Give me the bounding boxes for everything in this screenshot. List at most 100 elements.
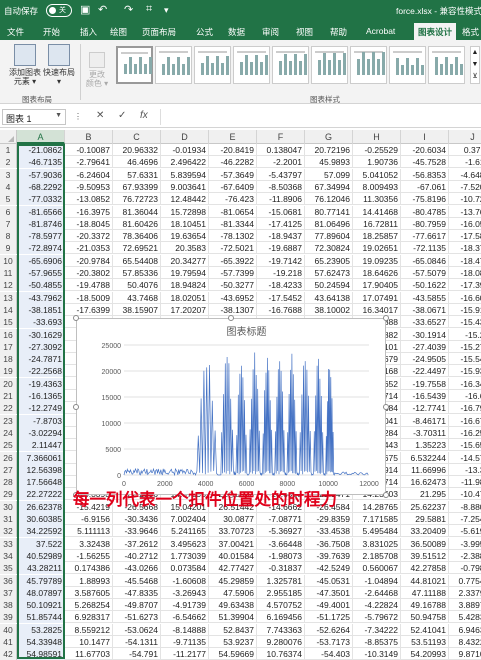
cell[interactable]: -30.1629 [17,328,65,341]
row-header[interactable]: 18 [0,353,17,366]
add-chart-element-button[interactable]: 添加图表 元素 ▾ [4,44,46,86]
cell[interactable]: -17.4125 [257,217,305,230]
row-header[interactable]: 16 [0,328,17,341]
tab-8[interactable]: 视图 [296,26,313,38]
cell[interactable]: -8.88055 [449,501,481,513]
cell[interactable]: -54.403 [305,648,353,660]
cell[interactable]: 9.871087 [449,648,481,660]
cell[interactable]: 50.10921 [17,599,65,612]
cell[interactable]: -0.25529 [353,144,401,156]
cell[interactable]: -38.1851 [17,303,65,316]
cell[interactable]: -10.4709 [449,488,481,500]
cell[interactable]: -15.9159 [449,304,481,316]
cell[interactable]: -0.01934 [161,144,209,156]
cell[interactable]: -5.36927 [257,525,305,538]
cell[interactable]: 8.009493 [353,180,401,193]
cell[interactable]: 1.90736 [353,156,401,169]
cell[interactable]: 20.34277 [161,254,209,267]
cell[interactable]: 5.428314 [449,611,481,623]
chart-style-option[interactable] [233,46,270,84]
row-header[interactable]: 20 [0,377,17,390]
cell[interactable]: 52.41041 [401,623,449,636]
cell[interactable]: -36.7508 [305,537,353,550]
tab-2[interactable]: 插入 [80,26,97,38]
cell[interactable]: 3.495623 [161,537,209,550]
row-header[interactable]: 31 [0,513,17,525]
tab-7[interactable]: 审阅 [262,26,279,38]
row-header[interactable]: 15 [0,316,17,329]
cell[interactable]: 16.62473 [401,476,449,489]
cell[interactable]: -18.4772 [449,255,481,267]
cell[interactable]: -72.1135 [401,242,449,255]
cell[interactable]: -4.64872 [449,169,481,181]
cell[interactable]: -45.5468 [113,574,161,587]
cell[interactable]: 45.9893 [305,156,353,169]
resize-handle[interactable] [228,315,234,321]
cell[interactable]: 44.81021 [401,574,449,587]
cell[interactable]: -18.0806 [449,267,481,279]
cell[interactable]: 8.432256 [449,636,481,648]
tab-1[interactable]: 开始 [43,26,60,38]
cell[interactable]: 12.48442 [161,193,209,206]
cell[interactable]: -2.38805 [449,550,481,562]
cell[interactable]: -16.5439 [401,390,449,402]
cell[interactable]: 11.67703 [65,648,113,660]
tab-3[interactable]: 绘图 [110,26,127,38]
cell[interactable]: 20.96332 [113,144,161,156]
cell[interactable]: -20.6034 [401,144,449,156]
cell[interactable]: 7.743363 [257,623,305,636]
cell[interactable]: 57.85336 [113,267,161,279]
cell[interactable]: 47.5906 [209,586,257,599]
resize-handle[interactable] [383,315,389,321]
cell[interactable]: -43.6952 [209,291,257,304]
cell[interactable]: 45.29859 [209,574,257,587]
cell[interactable]: -0.10087 [65,144,113,156]
cell[interactable]: -54.1311 [113,636,161,648]
cell[interactable]: -7.8703 [17,414,65,427]
cell[interactable]: -16.3439 [449,378,481,390]
cell[interactable]: -76.423 [209,193,257,206]
chart-style-option[interactable] [155,46,192,84]
cell[interactable]: -40.2712 [113,549,161,562]
cell[interactable]: 81.06496 [305,217,353,230]
cell[interactable]: 47.11188 [401,586,449,599]
cell[interactable]: 77.89604 [305,230,353,243]
row-header[interactable]: 41 [0,636,17,648]
cell[interactable]: -45.0531 [305,574,353,587]
cell[interactable]: 81.36044 [113,205,161,218]
row-header[interactable]: 5 [0,193,17,206]
cell[interactable]: 18.25857 [353,230,401,243]
cell[interactable]: 42.27858 [401,562,449,575]
cell[interactable]: -6.9156 [65,513,113,525]
cell[interactable]: -2.79641 [65,156,113,169]
cell[interactable]: -11.2177 [161,648,209,660]
cell[interactable]: 2.11447 [17,439,65,452]
cell[interactable]: -54.791 [113,648,161,660]
tab-4[interactable]: 页面布局 [142,26,176,38]
cell[interactable]: -0.79875 [449,562,481,574]
cell[interactable]: -38.1307 [209,303,257,316]
cell[interactable]: -14.5785 [449,452,481,464]
cell[interactable]: 18.10451 [161,217,209,230]
cell[interactable]: 54.33948 [17,636,65,648]
cell[interactable]: -15.218 [449,329,481,341]
cell[interactable]: -13.371 [449,464,481,476]
cell[interactable]: 38.10002 [305,303,353,316]
cell[interactable]: -24.9505 [401,353,449,366]
cell[interactable]: 6.169456 [257,611,305,624]
cell[interactable]: -42.5249 [305,562,353,575]
cell[interactable]: 22.27222 [17,488,65,501]
cell[interactable]: 5.495484 [353,525,401,538]
cell[interactable]: -5.79672 [353,611,401,624]
cell[interactable]: 40.01584 [209,549,257,562]
cell[interactable]: 7.366061 [17,451,65,464]
cell[interactable]: -18.4233 [257,279,305,292]
cell[interactable]: -56.8353 [401,168,449,181]
cell[interactable]: 5.041052 [353,168,401,181]
cell[interactable]: -78.5977 [17,230,65,243]
cell[interactable]: 6.946338 [449,624,481,636]
row-header[interactable]: 9 [0,242,17,255]
cell[interactable]: -3.66448 [257,537,305,550]
resize-handle[interactable] [73,404,79,410]
row-header[interactable]: 25 [0,439,17,452]
